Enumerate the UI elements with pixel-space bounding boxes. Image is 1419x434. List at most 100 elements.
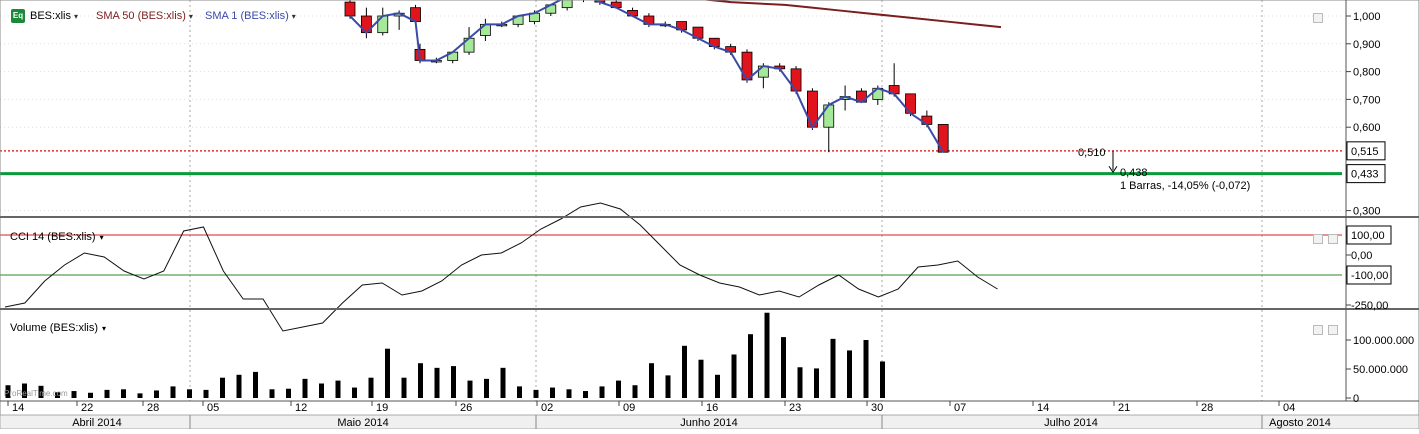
legend-main-series[interactable]: BES:xlis ▾: [30, 10, 78, 22]
x-tick-label: 14: [1037, 402, 1049, 414]
legend-cci-label: CCI 14 (BES:xlis): [10, 231, 96, 243]
volume-bar: [665, 375, 671, 398]
chart-svg: 0,510 0,4381 Barras, -14,05% (-0,072) Pro…: [0, 0, 1419, 430]
chevron-down-icon[interactable]: ▾: [74, 12, 78, 21]
annotation-measure: 1 Barras, -14,05% (-0,072): [1120, 180, 1250, 192]
y-tick-label: 1,000: [1353, 11, 1381, 23]
annotation-start-value: 0,510: [1078, 147, 1106, 159]
x-tick-label: 07: [954, 402, 966, 414]
cci-tick-label: 0,00: [1351, 250, 1372, 262]
volume-bar: [187, 389, 192, 398]
x-tick-label: 23: [789, 402, 801, 414]
chevron-down-icon[interactable]: ▾: [292, 12, 296, 21]
month-label: Junho 2014: [680, 417, 738, 429]
volume-bar: [434, 367, 440, 398]
restore-icon[interactable]: [1313, 325, 1323, 335]
volume-bar: [88, 392, 93, 398]
legend-sma1-label: SMA 1 (BES:xlis): [205, 10, 289, 22]
chevron-down-icon[interactable]: ▾: [100, 233, 104, 242]
y-tick-label: 0,800: [1353, 67, 1381, 79]
month-label: Julho 2014: [1044, 417, 1098, 429]
volume-bar: [286, 388, 291, 398]
volume-bar: [269, 389, 275, 398]
x-tick-label: 28: [147, 402, 159, 414]
month-label: Abril 2014: [72, 417, 122, 429]
legend-cci[interactable]: CCI 14 (BES:xlis) ▾: [10, 231, 104, 243]
x-tick-label: 12: [295, 402, 307, 414]
month-label: Agosto 2014: [1269, 417, 1331, 429]
x-tick-label: 04: [1283, 402, 1295, 414]
volume-bar: [764, 312, 770, 398]
annotation-end-value: 0,438: [1120, 167, 1148, 179]
price-label-text: 0,433: [1351, 169, 1379, 181]
y-tick-label: 0,300: [1353, 206, 1381, 218]
x-tick-label: 09: [623, 402, 635, 414]
volume-tick-label: 0: [1353, 393, 1359, 405]
volume-tick-label: 100.000.000: [1353, 335, 1414, 347]
volume-bar: [632, 385, 638, 398]
candle-body: [561, 0, 573, 9]
volume-bar: [830, 338, 836, 398]
candle-body: [344, 1, 356, 17]
x-tick-label: 16: [706, 402, 718, 414]
volume-bar: [302, 378, 308, 398]
volume-bar: [154, 390, 159, 398]
volume-bar: [236, 374, 242, 398]
volume-bar: [401, 377, 407, 398]
volume-bar: [814, 368, 819, 398]
volume-bar: [698, 359, 704, 398]
y-tick-label: 0,900: [1353, 39, 1381, 51]
volume-bar: [550, 387, 555, 398]
volume-bar: [797, 367, 803, 398]
volume-bar: [847, 350, 852, 398]
volume-bar: [748, 334, 753, 398]
volume-bar: [715, 374, 720, 398]
x-tick-label: 14: [12, 402, 24, 414]
x-tick-label: 05: [207, 402, 219, 414]
volume-bar: [203, 389, 209, 398]
volume-bar: [170, 386, 176, 398]
legend-sma50[interactable]: SMA 50 (BES:xlis) ▾: [96, 10, 193, 22]
legend-volume[interactable]: Volume (BES:xlis) ▾: [10, 322, 106, 334]
chevron-down-icon[interactable]: ▾: [102, 324, 106, 333]
volume-bar: [319, 383, 324, 398]
x-tick-label: 21: [1118, 402, 1130, 414]
volume-bar: [137, 393, 143, 398]
restore-icon[interactable]: [1313, 234, 1323, 244]
cci-tick-label: -250,00: [1351, 300, 1388, 312]
volume-bar: [863, 340, 869, 398]
eq-icon[interactable]: Eq: [11, 9, 25, 23]
chevron-down-icon[interactable]: ▾: [189, 12, 193, 21]
volume-bar: [467, 380, 473, 398]
restore-icon[interactable]: [1313, 13, 1323, 23]
volume-bar: [220, 377, 225, 398]
volume-bar: [731, 354, 737, 398]
y-tick-label: 0,700: [1353, 94, 1381, 106]
volume-bar: [781, 337, 786, 398]
volume-bar: [71, 391, 77, 398]
volume-bar: [649, 363, 654, 398]
chart-canvas[interactable]: 0,510 0,438 1 Barras, -14,05% (-0,072) Pro…: [0, 0, 1419, 430]
y-tick-label: 0,600: [1353, 122, 1381, 134]
volume-bar: [500, 367, 506, 398]
volume-bar: [121, 389, 126, 398]
volume-bar: [385, 348, 390, 398]
close-icon[interactable]: [1328, 234, 1338, 244]
legend-sma1[interactable]: SMA 1 (BES:xlis) ▾: [205, 10, 296, 22]
close-icon[interactable]: [1328, 325, 1338, 335]
legend-volume-label: Volume (BES:xlis): [10, 322, 99, 334]
volume-tick-label: 50.000.000: [1353, 364, 1408, 376]
volume-bar: [517, 386, 522, 398]
volume-bar: [533, 389, 539, 398]
x-tick-label: 02: [541, 402, 553, 414]
price-label-text: 0,515: [1351, 146, 1379, 158]
volume-bar: [253, 371, 258, 398]
cci-tick-label: 100,00: [1351, 230, 1385, 242]
volume-bar: [335, 380, 341, 398]
month-label: Maio 2014: [337, 417, 388, 429]
x-tick-label: 28: [1201, 402, 1213, 414]
volume-bar: [368, 377, 374, 398]
legend-main-series-label: BES:xlis: [30, 10, 71, 22]
volume-bar: [682, 345, 687, 398]
volume-bar: [880, 361, 885, 398]
